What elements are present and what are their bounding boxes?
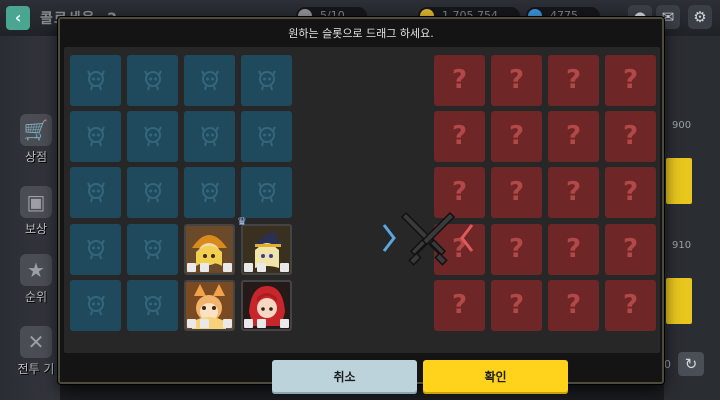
- empty-slot-icon: [87, 70, 105, 91]
- formation-dialog: 원하는 슬롯으로 드래그 하세요. ♛ ????????????????????…: [58, 17, 664, 394]
- empty-slot-icon: [201, 182, 219, 203]
- cart-icon: 🛒: [20, 114, 52, 146]
- sidebar-item-label: 보상: [24, 222, 48, 236]
- empty-slot-icon: [87, 126, 105, 147]
- game-screen: ‹ 콜로세움 2 5/10 1,705,754 4775 ● ✉ ⚙ 🛒 상점 …: [0, 0, 720, 400]
- chevron-left-icon: ‹: [14, 8, 22, 27]
- element-icon: [200, 263, 209, 272]
- sidebar-item-label: 상점: [24, 150, 48, 164]
- enemy-unknown-slot: ?: [434, 111, 485, 162]
- class-icon: [187, 263, 196, 272]
- empty-slot-icon: [144, 70, 162, 91]
- class-icon: [187, 319, 196, 328]
- enemy-unknown-slot: ?: [605, 224, 656, 275]
- type-icon: [223, 319, 232, 328]
- type-icon: [280, 263, 289, 272]
- ally-empty-slot[interactable]: [70, 280, 121, 331]
- ally-empty-slot[interactable]: [70, 111, 121, 162]
- ally-empty-slot[interactable]: [127, 224, 178, 275]
- ally-empty-slot[interactable]: [127, 111, 178, 162]
- empty-slot-icon: [87, 182, 105, 203]
- score-value: 900: [672, 120, 692, 131]
- formation-panel: ♛ ????????????????????: [64, 47, 660, 353]
- enemy-unknown-slot: ?: [491, 224, 542, 275]
- enemy-unknown-slot: ?: [434, 280, 485, 331]
- element-icon: [257, 319, 266, 328]
- settings-icon[interactable]: ⚙: [688, 5, 712, 29]
- leader-crown-icon: ♛: [237, 215, 247, 228]
- sidebar-item-battle-log[interactable]: ✕ 전투 기: [14, 326, 58, 377]
- sidebar-item-ranking[interactable]: ★ 순위: [14, 254, 58, 305]
- ally-empty-slot[interactable]: [241, 55, 292, 106]
- hero-red-hair-slot[interactable]: [241, 280, 292, 331]
- enemy-unknown-slot: ?: [548, 224, 599, 275]
- enemy-unknown-slot: ?: [548, 167, 599, 218]
- class-icon: [244, 319, 253, 328]
- element-icon: [200, 319, 209, 328]
- yellow-button[interactable]: [666, 278, 692, 324]
- refresh-icon: ↻: [684, 355, 698, 373]
- right-panel: [664, 36, 720, 400]
- ally-empty-slot[interactable]: [127, 280, 178, 331]
- ally-empty-slot[interactable]: [127, 55, 178, 106]
- element-icon: [257, 263, 266, 272]
- enemy-unknown-slot: ?: [548, 111, 599, 162]
- empty-slot-icon: [144, 126, 162, 147]
- ally-empty-slot[interactable]: [127, 167, 178, 218]
- sidebar-item-reward[interactable]: ▣ 보상: [14, 186, 58, 237]
- enemy-unknown-slot: ?: [605, 55, 656, 106]
- ally-empty-slot[interactable]: [70, 55, 121, 106]
- enemy-unknown-slot: ?: [605, 167, 656, 218]
- side-menu: 🛒 상점 ▣ 보상 ★ 순위 ✕ 전투 기: [0, 36, 60, 400]
- enemy-unknown-slot: ?: [434, 55, 485, 106]
- empty-slot-icon: [201, 126, 219, 147]
- class-icon: [244, 263, 253, 272]
- enemy-unknown-slot: ?: [491, 280, 542, 331]
- empty-slot-icon: [87, 239, 105, 260]
- ally-empty-slot[interactable]: [70, 167, 121, 218]
- enemy-unknown-slot: ?: [605, 111, 656, 162]
- hero-fox-slot[interactable]: [184, 280, 235, 331]
- refresh-button[interactable]: ↻: [678, 352, 704, 376]
- empty-slot-icon: [258, 126, 276, 147]
- battle-log-icon: ✕: [20, 326, 52, 358]
- type-icon: [223, 263, 232, 272]
- crossed-swords-icon: [382, 211, 474, 266]
- empty-slot-icon: [144, 239, 162, 260]
- empty-slot-icon: [201, 70, 219, 91]
- enemy-unknown-slot: ?: [605, 280, 656, 331]
- dialog-title: 원하는 슬롯으로 드래그 하세요.: [288, 27, 434, 40]
- ally-empty-slot[interactable]: [241, 111, 292, 162]
- ally-empty-slot[interactable]: [70, 224, 121, 275]
- back-button[interactable]: ‹: [6, 6, 30, 30]
- enemy-unknown-slot: ?: [548, 55, 599, 106]
- enemy-unknown-slot: ?: [491, 167, 542, 218]
- empty-slot-icon: [87, 295, 105, 316]
- ally-empty-slot[interactable]: [241, 167, 292, 218]
- ally-empty-slot[interactable]: [184, 55, 235, 106]
- cancel-button[interactable]: 취소: [272, 360, 417, 394]
- confirm-button[interactable]: 확인: [423, 360, 568, 394]
- hero-witch-slot[interactable]: [241, 224, 292, 275]
- trophy-icon: ★: [20, 254, 52, 286]
- enemy-unknown-slot: ?: [491, 111, 542, 162]
- hero-orange-hat-slot[interactable]: [184, 224, 235, 275]
- score-value: 910: [672, 240, 692, 251]
- empty-slot-icon: [144, 295, 162, 316]
- sidebar-item-label: 순위: [24, 290, 48, 304]
- sidebar-item-shop[interactable]: 🛒 상점: [14, 114, 58, 165]
- refresh-count: 0: [664, 358, 671, 371]
- empty-slot-icon: [144, 182, 162, 203]
- ally-empty-slot[interactable]: [184, 167, 235, 218]
- empty-slot-icon: [258, 182, 276, 203]
- ally-empty-slot[interactable]: [184, 111, 235, 162]
- empty-slot-icon: [258, 70, 276, 91]
- enemy-unknown-slot: ?: [548, 280, 599, 331]
- yellow-button[interactable]: [666, 158, 692, 204]
- type-icon: [280, 319, 289, 328]
- gift-icon: ▣: [20, 186, 52, 218]
- sidebar-item-label: 전투 기: [17, 362, 55, 376]
- enemy-unknown-slot: ?: [491, 55, 542, 106]
